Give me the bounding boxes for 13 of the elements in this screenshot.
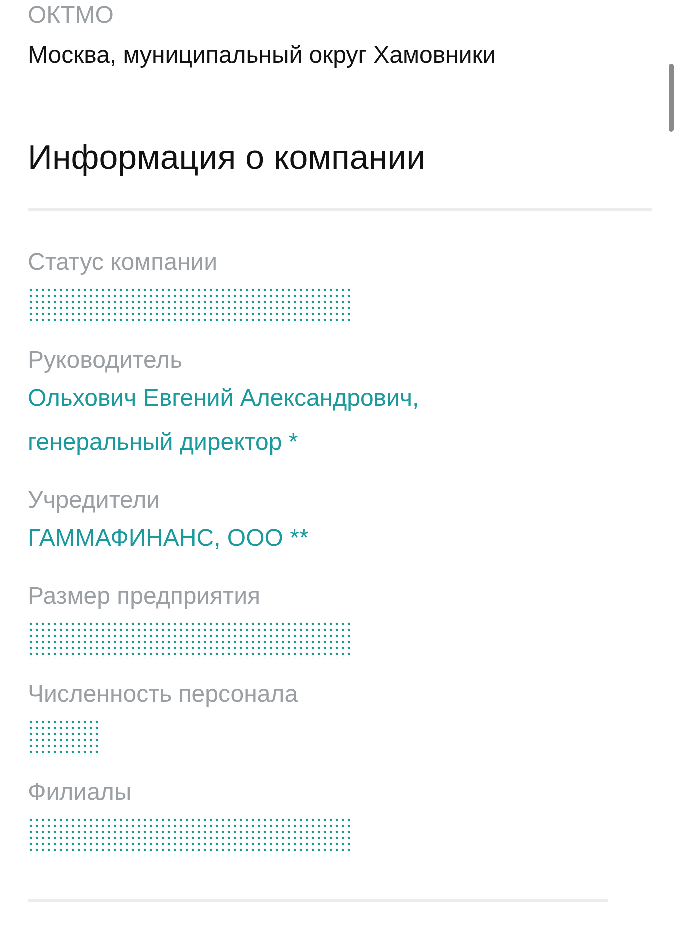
field-label: Численность персонала bbox=[28, 680, 300, 710]
field-label: Статус компании bbox=[28, 248, 219, 278]
value-link[interactable]: генеральный директор * bbox=[28, 421, 298, 465]
field-label: Филиалы bbox=[28, 778, 133, 808]
field-label: ОКТМО bbox=[28, 1, 115, 31]
value-link[interactable]: Ольхович Евгений Александрович, bbox=[28, 377, 420, 421]
field-label: Руководитель bbox=[28, 346, 184, 376]
scrollbar[interactable] bbox=[669, 64, 674, 132]
field-value: Москва, муниципальный округ Хамовники bbox=[28, 41, 498, 71]
section-title: Информация о компании bbox=[28, 138, 427, 179]
value-link[interactable]: ГАММАФИНАНС, ООО ** bbox=[28, 517, 309, 561]
field-label: Учредители bbox=[28, 486, 162, 516]
field-label: Размер предприятия bbox=[28, 582, 262, 612]
